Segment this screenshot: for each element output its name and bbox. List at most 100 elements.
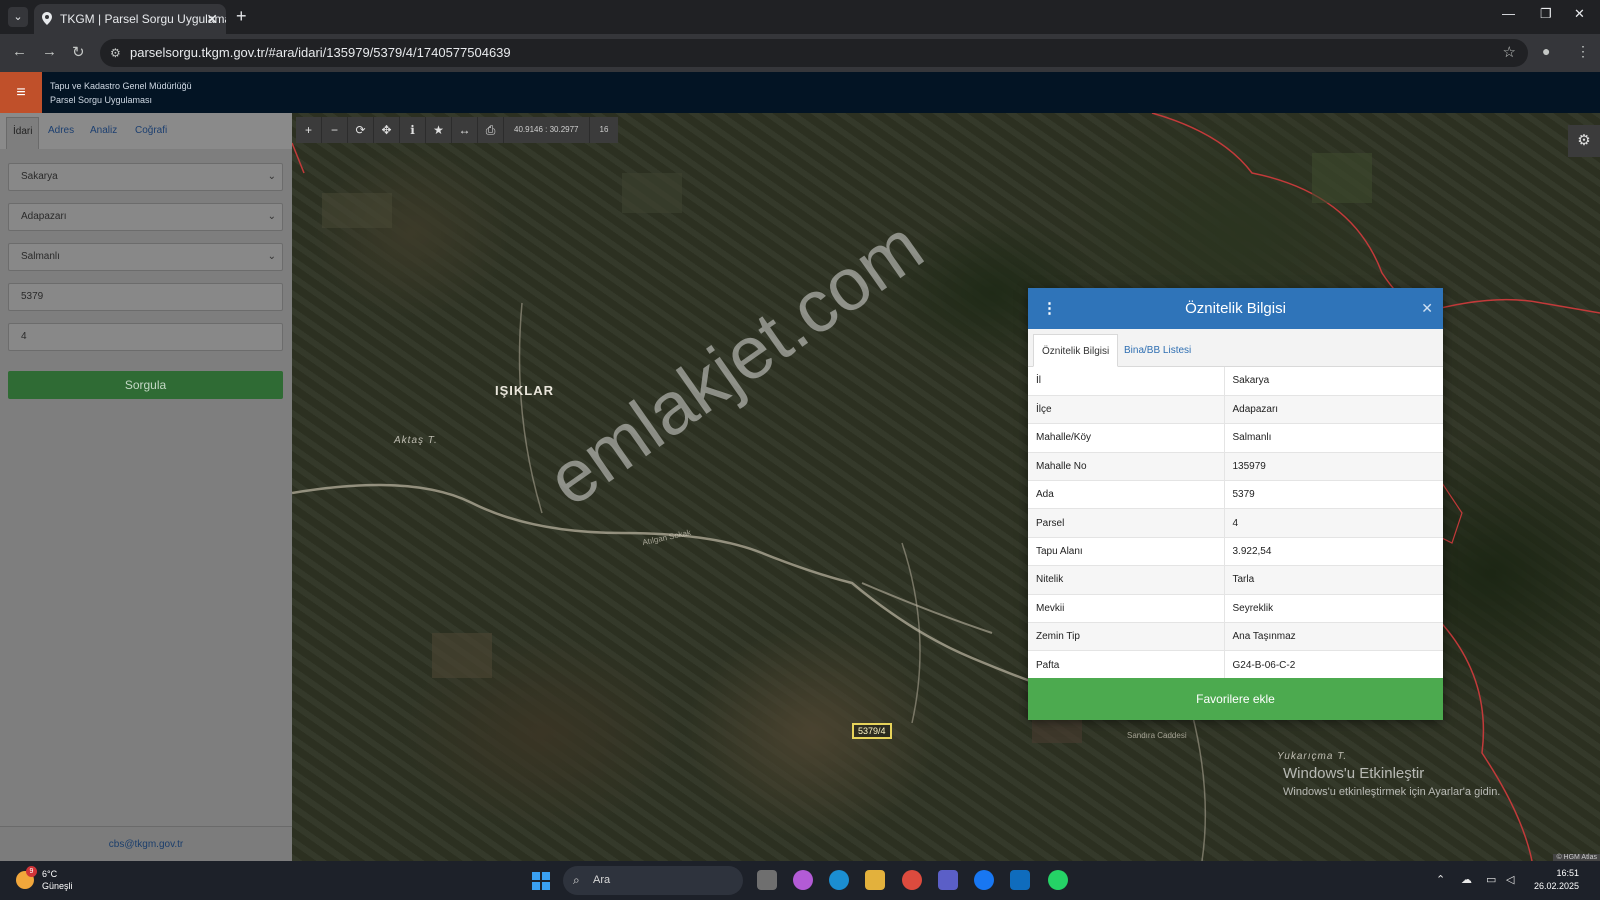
- clock-date: 26.02.2025: [1534, 881, 1580, 891]
- browser-menu-icon[interactable]: ⋮: [1576, 43, 1590, 60]
- cloud-icon[interactable]: ☁: [1461, 873, 1472, 886]
- zoom-out-icon[interactable]: −: [322, 117, 348, 143]
- search-icon: ⌕: [573, 873, 580, 887]
- tab-search-icon[interactable]: ⌄: [8, 7, 28, 27]
- chrome-icon[interactable]: [902, 870, 922, 890]
- whatsapp-icon[interactable]: [1048, 870, 1068, 890]
- attribute-value: Sakarya: [1224, 367, 1443, 396]
- attribute-key: Pafta: [1028, 650, 1225, 680]
- tab-bina-listesi[interactable]: Bina/BB Listesi: [1116, 334, 1199, 367]
- restore-icon[interactable]: ❐: [1540, 6, 1552, 22]
- network-icon[interactable]: ▭: [1486, 873, 1496, 886]
- search-label: Ara: [593, 874, 611, 886]
- tab-idari[interactable]: İdari: [6, 117, 40, 149]
- teams-icon[interactable]: [938, 870, 958, 890]
- address-bar[interactable]: ⚙ parselsorgu.tkgm.gov.tr/#ara/idari/135…: [100, 39, 1528, 67]
- popup-title: Öznitelik Bilgisi: [1185, 300, 1286, 317]
- place-label-yukari: Yukarıçma T.: [1277, 751, 1348, 762]
- app-header: ≡ Tapu ve Kadastro Genel Müdürlüğü Parse…: [0, 72, 1600, 113]
- copilot-icon[interactable]: [793, 870, 813, 890]
- task-view-icon[interactable]: [757, 870, 777, 890]
- table-row: Nitelik Tarla: [1028, 565, 1443, 595]
- parsel-input[interactable]: 4: [8, 323, 283, 351]
- url-text: parselsorgu.tkgm.gov.tr/#ara/idari/13597…: [130, 45, 511, 60]
- ilce-select[interactable]: Adapazarı ⌄: [8, 203, 283, 231]
- forward-icon[interactable]: →: [42, 43, 57, 60]
- popup-menu-icon[interactable]: ⋮: [1042, 288, 1057, 329]
- chevron-down-icon: ⌄: [267, 171, 276, 182]
- mahalle-select[interactable]: Salmanlı ⌄: [8, 243, 283, 271]
- org-title: Tapu ve Kadastro Genel Müdürlüğü Parsel …: [50, 79, 192, 107]
- gear-icon[interactable]: ⚙: [1568, 125, 1600, 157]
- weather-condition: Güneşli: [42, 881, 73, 891]
- info-icon[interactable]: ℹ: [400, 117, 426, 143]
- window-close-icon[interactable]: ✕: [1574, 6, 1585, 22]
- attribute-table: İl Sakarya İlçe Adapazarı Mahalle/Köy Salmanl…: [1028, 367, 1443, 680]
- new-tab-icon[interactable]: +: [236, 6, 247, 27]
- chevron-down-icon: ⌄: [267, 211, 276, 222]
- bookmark-star-icon[interactable]: ☆: [1503, 39, 1516, 67]
- tab-cografi[interactable]: Coğrafi: [135, 125, 167, 136]
- windows-taskbar: 9 6°C Güneşli ⌕ Ara ⌃ ☁ ▭ ◁ 16:51 26.02.…: [0, 861, 1600, 900]
- favorite-star-icon[interactable]: ★: [426, 117, 452, 143]
- windows-start-icon[interactable]: [532, 872, 550, 890]
- parcel-label[interactable]: 5379/4: [852, 723, 892, 739]
- org-line1: Tapu ve Kadastro Genel Müdürlüğü: [50, 81, 192, 91]
- taskbar-search[interactable]: ⌕ Ara: [563, 866, 743, 895]
- close-icon[interactable]: ✕: [1421, 288, 1433, 329]
- notification-badge: 9: [26, 866, 37, 877]
- attribute-value: 3.922,54: [1224, 537, 1443, 567]
- clock-time: 16:51: [1556, 868, 1580, 878]
- attribute-value: Tarla: [1224, 565, 1443, 595]
- table-row: İl Sakarya: [1028, 367, 1443, 396]
- attribute-value: 4: [1224, 508, 1443, 538]
- chevron-up-icon[interactable]: ⌃: [1436, 873, 1445, 886]
- add-favorite-button[interactable]: Favorilere ekle: [1028, 678, 1443, 720]
- locate-icon[interactable]: ✥: [374, 117, 400, 143]
- tab-title: TKGM | Parsel Sorgu Uygulaması: [60, 12, 226, 26]
- reload-icon[interactable]: ↻: [72, 43, 85, 61]
- tab-adres[interactable]: Adres: [48, 125, 74, 136]
- site-settings-icon[interactable]: ⚙: [110, 39, 121, 67]
- ada-input[interactable]: 5379: [8, 283, 283, 311]
- minimize-icon[interactable]: —: [1502, 6, 1515, 21]
- zoom-in-icon[interactable]: +: [296, 117, 322, 143]
- attribute-key: Mahalle/Köy: [1028, 423, 1225, 453]
- sidebar-tabs: İdari Adres Analiz Coğrafi: [0, 113, 292, 149]
- org-line2: Parsel Sorgu Uygulaması: [50, 95, 153, 105]
- file-explorer-icon[interactable]: [865, 870, 885, 890]
- mahalle-value: Salmanlı: [21, 251, 60, 262]
- place-label-aktas: Aktaş T.: [394, 435, 438, 446]
- popup-tabs: Öznitelik Bilgisi Bina/BB Listesi: [1028, 329, 1443, 367]
- facebook-icon[interactable]: [974, 870, 994, 890]
- measure-icon[interactable]: ↔: [452, 117, 478, 143]
- edge-icon[interactable]: [829, 870, 849, 890]
- il-value: Sakarya: [21, 171, 58, 182]
- table-row: Ada 5379: [1028, 480, 1443, 510]
- back-icon[interactable]: ←: [12, 43, 27, 60]
- close-tab-icon[interactable]: ✕: [206, 4, 218, 34]
- browser-tab[interactable]: TKGM | Parsel Sorgu Uygulaması ✕: [34, 4, 226, 34]
- attribute-key: Nitelik: [1028, 565, 1225, 595]
- profile-icon[interactable]: ●: [1542, 43, 1550, 59]
- popup-header: ⋮ Öznitelik Bilgisi ✕: [1028, 288, 1443, 329]
- map-attribution: © HGM Atlas: [1553, 854, 1600, 861]
- system-clock[interactable]: 16:51 26.02.2025: [1534, 867, 1579, 893]
- outlook-icon[interactable]: [1010, 870, 1030, 890]
- sorgula-button[interactable]: Sorgula: [8, 371, 283, 399]
- table-row: Tapu Alanı 3.922,54: [1028, 537, 1443, 567]
- volume-icon[interactable]: ◁: [1506, 873, 1514, 886]
- attribute-key: İl: [1028, 367, 1225, 396]
- table-row: Mahalle/Köy Salmanlı: [1028, 423, 1443, 453]
- place-label-isiklar: IŞIKLAR: [495, 383, 554, 398]
- tab-analiz[interactable]: Analiz: [90, 125, 117, 136]
- print-icon[interactable]: ⎙: [478, 117, 504, 143]
- table-row: Zemin Tip Ana Taşınmaz: [1028, 622, 1443, 652]
- chevron-down-icon: ⌄: [267, 251, 276, 262]
- tab-oznitelik[interactable]: Öznitelik Bilgisi: [1033, 334, 1119, 367]
- il-select[interactable]: Sakarya ⌄: [8, 163, 283, 191]
- activation-subtitle: Windows'u etkinleştirmek için Ayarlar'a …: [1283, 786, 1501, 798]
- hamburger-menu-icon[interactable]: ≡: [0, 72, 42, 113]
- refresh-icon[interactable]: ⟳: [348, 117, 374, 143]
- footer-email-link[interactable]: cbs@tkgm.gov.tr: [0, 826, 292, 861]
